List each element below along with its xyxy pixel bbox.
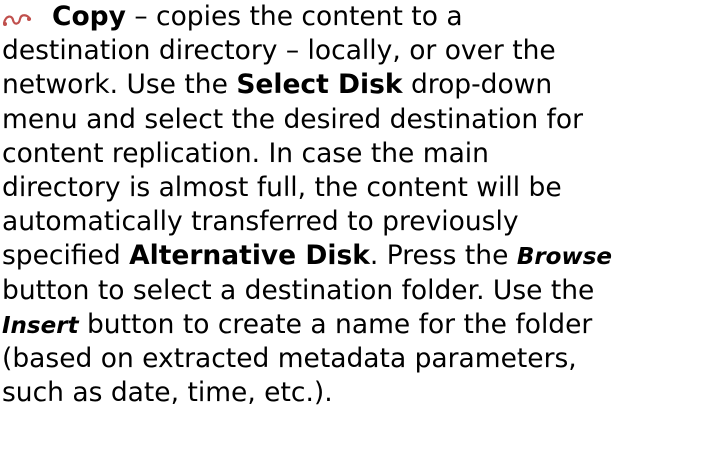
- line-8-part-0: button to select a destination folder. U…: [2, 274, 595, 306]
- text-line: Insert button to create a name for the f…: [2, 308, 708, 342]
- line-6-part-0: automatically transferred to previously: [2, 206, 519, 238]
- text-line: button to select a destination folder. U…: [2, 274, 708, 308]
- line-7-part-0: specified: [2, 240, 130, 272]
- text-line: (based on extracted metadata parameters,: [2, 342, 708, 376]
- line-0-part-0: Copy: [52, 1, 126, 32]
- text-line: content replication. In case the main: [2, 137, 708, 171]
- line-9-part-1: button to create a name for the folder: [78, 308, 593, 340]
- line-10-part-0: (based on extracted metadata parameters,: [2, 342, 577, 374]
- line-4-part-0: content replication. In case the main: [2, 137, 489, 169]
- line-2-part-2: drop-down: [402, 69, 553, 101]
- scroll-bullet-icon: [2, 3, 52, 37]
- text-line: network. Use the Select Disk drop-down: [2, 68, 708, 102]
- text-line: destination directory – locally, or over…: [2, 34, 708, 68]
- text-line: such as date, time, etc.).: [2, 376, 708, 410]
- text-line: menu and select the desired destination …: [2, 103, 708, 137]
- line-1-part-0: destination directory – locally, or over…: [2, 35, 556, 67]
- document-body: Copy – copies the content to a destinati…: [2, 0, 708, 410]
- line-0-part-1: – copies the content to a: [125, 1, 463, 32]
- insert-term: Insert: [2, 312, 79, 339]
- line-11-part-0: such as date, time, etc.).: [2, 377, 333, 409]
- text-line: Copy – copies the content to a: [2, 0, 708, 34]
- text-line: directory is almost full, the content wi…: [2, 171, 708, 205]
- alternative-disk-term: Alternative Disk: [129, 240, 370, 272]
- text-line: automatically transferred to previously: [2, 205, 708, 239]
- line-3-part-0: menu and select the desired destination …: [2, 103, 583, 135]
- line-2-part-0: network. Use the: [2, 69, 237, 101]
- line-7-part-2: . Press the: [369, 240, 517, 272]
- select-disk-term: Select Disk: [236, 69, 403, 101]
- line-5-part-0: directory is almost full, the content wi…: [2, 171, 562, 203]
- text-line: specified Alternative Disk. Press the Br…: [2, 239, 708, 273]
- browse-term: Browse: [516, 244, 613, 271]
